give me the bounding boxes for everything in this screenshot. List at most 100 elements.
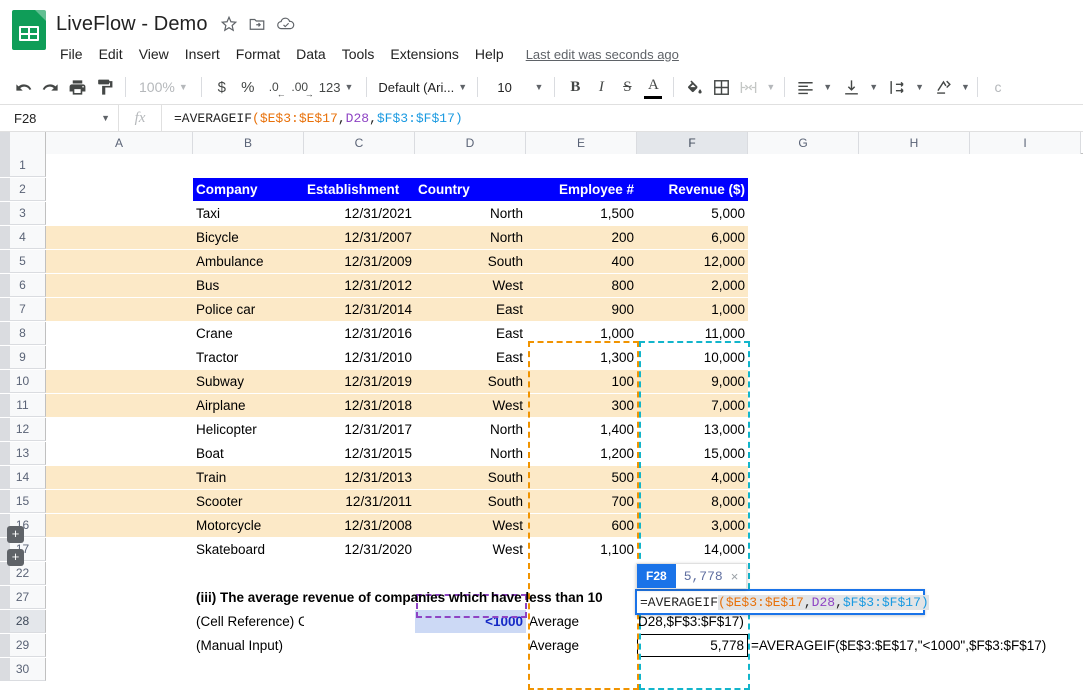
cell-F8[interactable]: 11,000 (637, 322, 748, 345)
row-group-expand-button-22[interactable]: + (7, 549, 24, 566)
cell-C14[interactable]: 12/31/2013 (304, 466, 415, 489)
cell-C29[interactable] (304, 634, 415, 657)
cell-G22[interactable] (748, 562, 859, 585)
cell-D9[interactable]: East (415, 346, 526, 369)
cell-C11[interactable]: 12/31/2018 (304, 394, 415, 417)
column-header-c[interactable]: C (304, 132, 415, 154)
menu-edit[interactable]: Edit (91, 44, 131, 64)
row-header-22[interactable]: 22 (0, 562, 46, 585)
cell-I9[interactable] (970, 346, 1081, 369)
cell-H13[interactable] (859, 442, 970, 465)
cell-C6[interactable]: 12/31/2012 (304, 274, 415, 297)
cell-F29[interactable]: 5,778 (637, 634, 748, 657)
vertical-align-caret-icon[interactable]: ▼ (869, 82, 878, 92)
cell-D15[interactable]: South (415, 490, 526, 513)
cell-A13[interactable] (46, 442, 193, 465)
row-header-5[interactable]: 5 (0, 250, 46, 273)
cell-C28[interactable] (304, 610, 415, 633)
cell-G2[interactable] (748, 178, 859, 201)
menu-tools[interactable]: Tools (334, 44, 383, 64)
column-header-h[interactable]: H (859, 132, 970, 154)
cell-E16[interactable]: 600 (526, 514, 637, 537)
menu-insert[interactable]: Insert (177, 44, 228, 64)
cell-F7[interactable]: 1,000 (637, 298, 748, 321)
cell-A29[interactable] (46, 634, 193, 657)
cell-B27[interactable]: (iii) The average revenue of companies w… (193, 586, 603, 609)
cell-E29[interactable]: Average (526, 634, 637, 657)
cell-B15[interactable]: Scooter (193, 490, 304, 513)
strikethrough-button[interactable]: S (614, 74, 640, 100)
cell-I4[interactable] (970, 226, 1081, 249)
cell-B29[interactable]: (Manual Input) (193, 634, 304, 657)
cell-A1[interactable] (46, 154, 193, 177)
cell-D8[interactable]: East (415, 322, 526, 345)
cell-G4[interactable] (748, 226, 859, 249)
cell-A17[interactable] (46, 538, 193, 561)
cell-G1[interactable] (748, 154, 859, 177)
cell-I10[interactable] (970, 370, 1081, 393)
cell-editor-f28[interactable]: =AVERAGEIF ($E$3:$E$17,D28,$F$3:$F$17) (635, 589, 929, 615)
cell-B8[interactable]: Crane (193, 322, 304, 345)
cell-H7[interactable] (859, 298, 970, 321)
fill-color-icon[interactable] (681, 74, 708, 100)
row-header-27[interactable]: 27 (0, 586, 46, 609)
text-rotation-icon[interactable] (930, 74, 957, 100)
cell-I11[interactable] (970, 394, 1081, 417)
cell-I13[interactable] (970, 442, 1081, 465)
cell-B6[interactable]: Bus (193, 274, 304, 297)
cell-H2[interactable] (859, 178, 970, 201)
cell-A15[interactable] (46, 490, 193, 513)
cell-I28[interactable] (970, 610, 1081, 633)
cell-E5[interactable]: 400 (526, 250, 637, 273)
cell-A14[interactable] (46, 466, 193, 489)
cell-B22[interactable] (193, 562, 304, 585)
cell-E12[interactable]: 1,400 (526, 418, 637, 441)
cell-A12[interactable] (46, 418, 193, 441)
column-header-f[interactable]: F (637, 132, 748, 154)
cell-E28[interactable]: Average (526, 610, 637, 633)
cell-D10[interactable]: South (415, 370, 526, 393)
cell-H11[interactable] (859, 394, 970, 417)
move-to-folder-icon[interactable] (248, 15, 266, 33)
cell-F30[interactable] (637, 658, 748, 681)
cell-A4[interactable] (46, 226, 193, 249)
cell-D14[interactable]: South (415, 466, 526, 489)
cell-E4[interactable]: 200 (526, 226, 637, 249)
cell-H30[interactable] (859, 658, 970, 681)
cell-A11[interactable] (46, 394, 193, 417)
cell-I16[interactable] (970, 514, 1081, 537)
cell-C5[interactable]: 12/31/2009 (304, 250, 415, 273)
cell-C2[interactable]: Establishment (304, 178, 415, 201)
redo-icon[interactable] (37, 74, 64, 100)
row-group-expand-button-17[interactable]: + (7, 526, 24, 543)
merge-cells-caret-icon[interactable]: ▼ (766, 82, 775, 92)
row-header-15[interactable]: 15 (0, 490, 46, 513)
cell-A27[interactable] (46, 586, 193, 609)
cell-H14[interactable] (859, 466, 970, 489)
column-header-g[interactable]: G (748, 132, 859, 154)
cell-G9[interactable] (748, 346, 859, 369)
row-header-3[interactable]: 3 (0, 202, 46, 225)
cell-I2[interactable] (970, 178, 1081, 201)
cell-B3[interactable]: Taxi (193, 202, 304, 225)
cell-E9[interactable]: 1,300 (526, 346, 637, 369)
italic-button[interactable]: I (588, 74, 614, 100)
cell-F16[interactable]: 3,000 (637, 514, 748, 537)
horizontal-align-caret-icon[interactable]: ▼ (823, 82, 832, 92)
cell-B2[interactable]: Company (193, 178, 304, 201)
cell-G13[interactable] (748, 442, 859, 465)
menu-format[interactable]: Format (228, 44, 288, 64)
menu-file[interactable]: File (56, 44, 91, 64)
cell-E3[interactable]: 1,500 (526, 202, 637, 225)
cell-F17[interactable]: 14,000 (637, 538, 748, 561)
cell-I6[interactable] (970, 274, 1081, 297)
cell-A28[interactable] (46, 610, 193, 633)
borders-icon[interactable] (708, 74, 735, 100)
paint-format-icon[interactable] (91, 74, 118, 100)
cell-B4[interactable]: Bicycle (193, 226, 304, 249)
cell-F5[interactable]: 12,000 (637, 250, 748, 273)
number-format-selector[interactable]: 123 ▼ (313, 74, 360, 100)
cell-B14[interactable]: Train (193, 466, 304, 489)
text-wrap-caret-icon[interactable]: ▼ (915, 82, 924, 92)
cell-G11[interactable] (748, 394, 859, 417)
